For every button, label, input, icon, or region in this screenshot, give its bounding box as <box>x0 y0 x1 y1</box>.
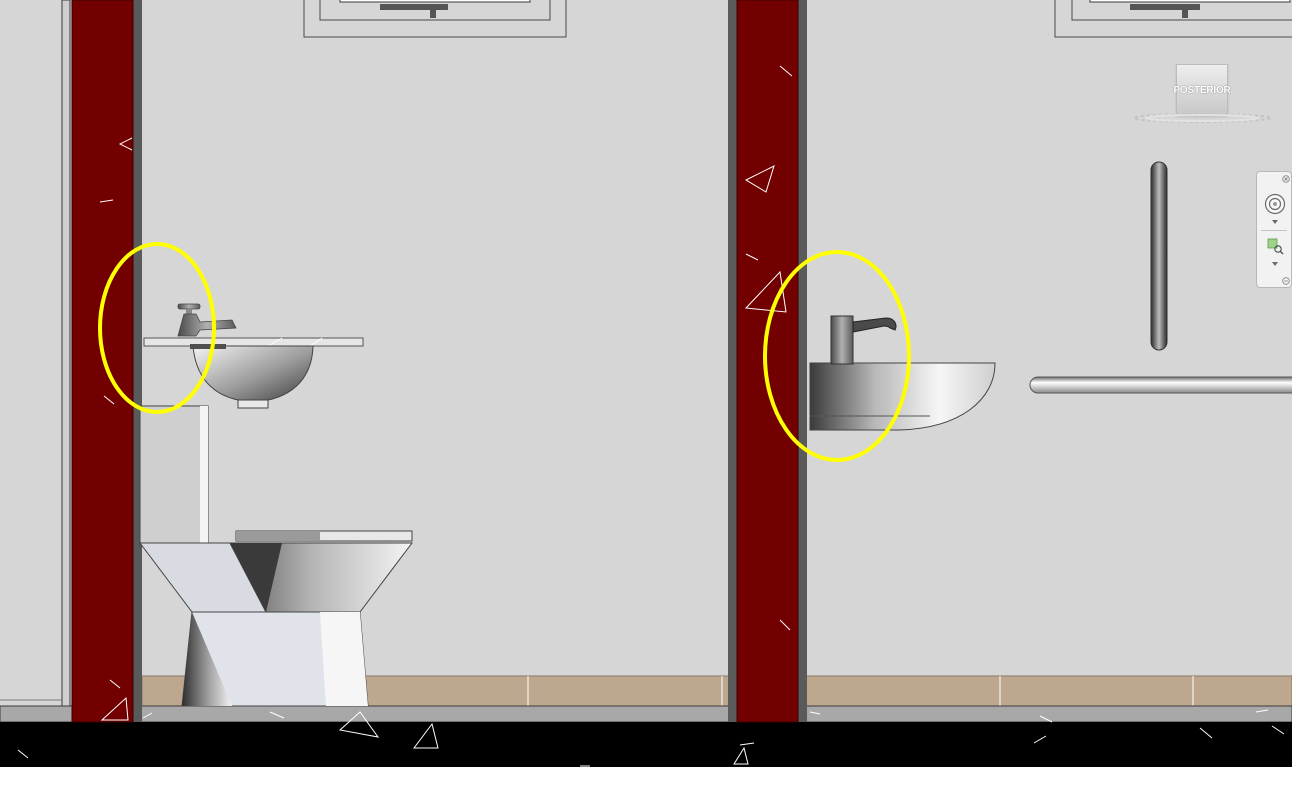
floor-line <box>0 705 1292 723</box>
viewcube-compass-ring[interactable] <box>1132 112 1272 124</box>
chevron-down-icon[interactable] <box>1269 260 1281 268</box>
chevron-down-icon[interactable] <box>1269 218 1281 226</box>
grab-bar-horizontal[interactable] <box>1029 376 1292 394</box>
viewcube[interactable]: POSTERIOR <box>1132 62 1272 128</box>
wall-edge-left <box>61 0 71 723</box>
window-left <box>303 0 567 38</box>
options-icon[interactable] <box>1281 276 1291 286</box>
viewcube-face-label: POSTERIOR <box>1173 84 1231 96</box>
window-right <box>1054 0 1292 38</box>
floor-slab-section <box>0 722 1292 767</box>
navigation-bar <box>1256 171 1292 288</box>
grab-bar-vertical[interactable] <box>1150 161 1168 351</box>
elevation-view[interactable] <box>0 0 1292 802</box>
3d-viewport[interactable]: POSTERIOR <box>0 0 1292 802</box>
zoom-region-icon[interactable] <box>1265 236 1285 256</box>
steering-wheel-icon[interactable] <box>1263 192 1287 216</box>
navbar-divider <box>1261 230 1287 231</box>
structural-column-right <box>736 0 799 723</box>
viewcube-face-back[interactable]: POSTERIOR <box>1173 64 1231 116</box>
close-icon[interactable] <box>1281 174 1291 184</box>
